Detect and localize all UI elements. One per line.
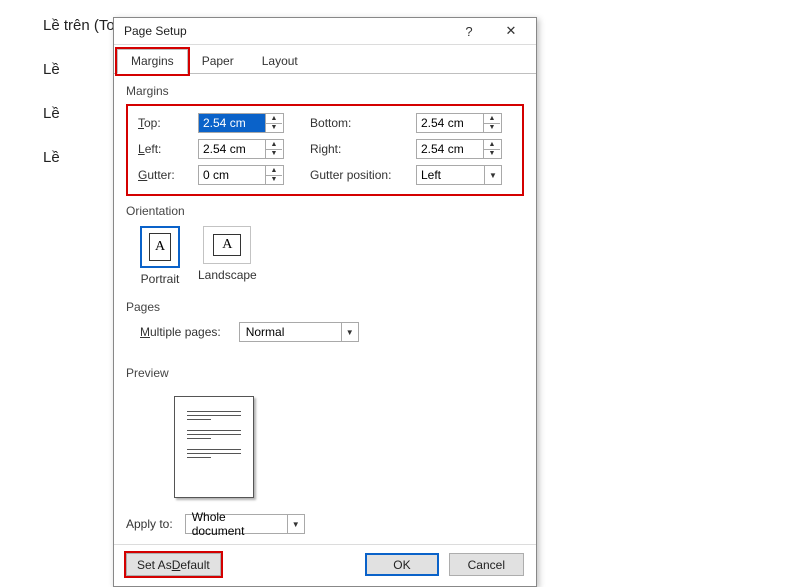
gutter-pos-value: Left	[417, 168, 484, 182]
gutter-input[interactable]	[199, 166, 265, 184]
spin-down-icon[interactable]: ▼	[266, 124, 282, 133]
right-label: Right:	[310, 142, 416, 156]
bottom-spinner[interactable]: ▲▼	[416, 113, 502, 133]
portrait-icon: A	[140, 226, 180, 268]
set-as-default-button[interactable]: Set As Default	[126, 553, 221, 576]
preview-page-icon	[174, 396, 254, 498]
spin-down-icon[interactable]: ▼	[484, 150, 500, 159]
top-spinner[interactable]: ▲▼	[198, 113, 284, 133]
right-input[interactable]	[417, 140, 483, 158]
apply-to-label: Apply to:	[126, 517, 173, 531]
orientation-options: A Portrait A Landscape	[126, 224, 524, 296]
left-input[interactable]	[199, 140, 265, 158]
landscape-icon: A	[203, 226, 251, 264]
spin-down-icon[interactable]: ▼	[266, 176, 282, 185]
preview-group-label: Preview	[126, 366, 524, 380]
apply-to-combo[interactable]: Whole document ▼	[185, 514, 305, 534]
dialog-footer: Set As Default OK Cancel	[114, 544, 536, 586]
spin-up-icon[interactable]: ▲	[484, 114, 500, 124]
pages-group-label: Pages	[126, 300, 524, 314]
bottom-input[interactable]	[417, 114, 483, 132]
tab-content: Margins Top: ▲▼ Bottom: ▲▼ Left: ▲▼	[114, 74, 536, 544]
titlebar[interactable]: Page Setup ? ✕	[114, 18, 536, 45]
margins-group-label: Margins	[126, 84, 524, 98]
left-spinner[interactable]: ▲▼	[198, 139, 284, 159]
gutter-spinner[interactable]: ▲▼	[198, 165, 284, 185]
ok-button[interactable]: OK	[365, 553, 438, 576]
close-button[interactable]: ✕	[490, 19, 532, 44]
tab-strip: Margins Paper Layout	[114, 45, 536, 74]
top-label: Top:	[138, 116, 198, 130]
bottom-label: Bottom:	[310, 116, 416, 130]
apply-to-value: Whole document	[186, 510, 287, 538]
multiple-pages-label: Multiple pages:	[140, 325, 221, 339]
help-icon: ?	[465, 24, 472, 39]
tab-paper[interactable]: Paper	[188, 49, 248, 74]
spin-down-icon[interactable]: ▼	[484, 124, 500, 133]
gutter-pos-combo[interactable]: Left ▼	[416, 165, 502, 185]
multiple-pages-value: Normal	[240, 325, 341, 339]
cancel-button[interactable]: Cancel	[449, 553, 524, 576]
gutter-label: Gutter:	[138, 168, 198, 182]
close-icon: ✕	[506, 23, 517, 39]
dialog-title: Page Setup	[124, 24, 448, 38]
orientation-landscape[interactable]: A Landscape	[198, 226, 257, 286]
orientation-group-label: Orientation	[126, 204, 524, 218]
chevron-down-icon[interactable]: ▼	[287, 515, 304, 533]
chevron-down-icon[interactable]: ▼	[341, 323, 358, 341]
chevron-down-icon[interactable]: ▼	[484, 166, 501, 184]
left-label: Left:	[138, 142, 198, 156]
orientation-portrait[interactable]: A Portrait	[140, 226, 180, 286]
spin-down-icon[interactable]: ▼	[266, 150, 282, 159]
preview-area	[126, 386, 524, 504]
multiple-pages-combo[interactable]: Normal ▼	[239, 322, 359, 342]
spin-up-icon[interactable]: ▲	[484, 140, 500, 150]
right-spinner[interactable]: ▲▼	[416, 139, 502, 159]
spin-up-icon[interactable]: ▲	[266, 166, 282, 176]
tab-layout[interactable]: Layout	[248, 49, 312, 74]
tab-margins[interactable]: Margins	[117, 49, 188, 74]
gutter-pos-label: Gutter position:	[310, 168, 416, 182]
page-setup-dialog: Page Setup ? ✕ Margins Paper Layout Marg…	[113, 17, 537, 587]
help-button[interactable]: ?	[448, 19, 490, 44]
margins-fields: Top: ▲▼ Bottom: ▲▼ Left: ▲▼ Right:	[126, 104, 524, 196]
top-input[interactable]	[199, 114, 265, 132]
spin-up-icon[interactable]: ▲	[266, 140, 282, 150]
spin-up-icon[interactable]: ▲	[266, 114, 282, 124]
